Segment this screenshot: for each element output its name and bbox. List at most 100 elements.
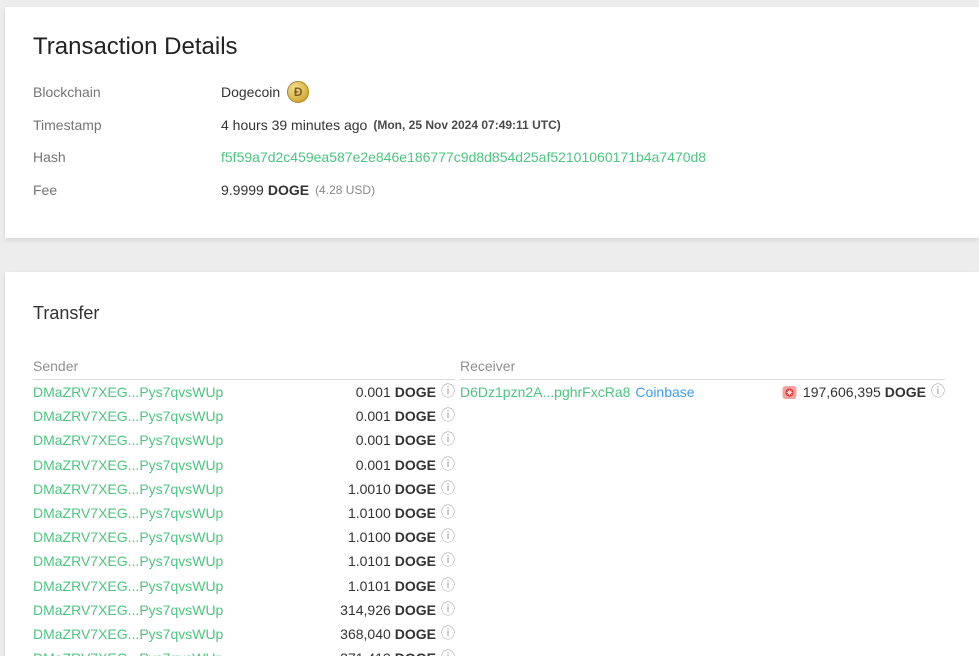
sender-column: Sender DMaZRV7XEG...Pys7qvsWUp 0.001DOGE…	[33, 358, 455, 656]
hash-label: Hash	[33, 149, 221, 165]
info-icon[interactable]: ⓘ	[441, 458, 455, 472]
amount-value: 1.0100	[348, 505, 391, 521]
amount-unit: DOGE	[395, 626, 436, 642]
sender-amount: 1.0100DOGE ⓘ	[348, 505, 455, 521]
amount-unit: DOGE	[885, 384, 926, 400]
receiver-column-header: Receiver	[460, 358, 945, 380]
sender-address-link[interactable]: DMaZRV7XEG...Pys7qvsWUp	[33, 602, 223, 618]
info-icon[interactable]: ⓘ	[441, 603, 455, 617]
sender-address-link[interactable]: DMaZRV7XEG...Pys7qvsWUp	[33, 626, 223, 642]
amount-value: 0.001	[356, 384, 391, 400]
detail-row-blockchain: Blockchain Dogecoin Ð	[33, 81, 951, 103]
fee-value: 9.9999 DOGE (4.28 USD)	[221, 182, 375, 198]
fee-usd-note: (4.28 USD)	[315, 183, 375, 197]
sender-row: DMaZRV7XEG...Pys7qvsWUp 0.001DOGE ⓘ	[33, 428, 455, 452]
receiver-identity: D6Dz1pzn2A...pghrFxcRa8 Coinbase	[460, 384, 695, 400]
receiver-address-link[interactable]: D6Dz1pzn2A...pghrFxcRa8	[460, 384, 630, 400]
sender-amount: 1.0101DOGE ⓘ	[348, 553, 455, 569]
info-icon[interactable]: ⓘ	[441, 530, 455, 544]
transfer-card: Transfer Sender DMaZRV7XEG...Pys7qvsWUp …	[5, 272, 979, 656]
info-icon[interactable]: ⓘ	[441, 482, 455, 496]
detail-row-hash: Hash f5f59a7d2c459ea587e2e846e186777c9d8…	[33, 146, 951, 168]
receiver-column: Receiver D6Dz1pzn2A...pghrFxcRa8 Coinbase…	[460, 358, 945, 656]
sender-amount: 0.001DOGE ⓘ	[356, 384, 455, 400]
fee-unit: DOGE	[268, 182, 309, 198]
amount-unit: DOGE	[395, 505, 436, 521]
dogecoin-symbol: Ð	[294, 85, 303, 99]
detail-row-timestamp: Timestamp 4 hours 39 minutes ago (Mon, 2…	[33, 114, 951, 136]
receiver-row: D6Dz1pzn2A...pghrFxcRa8 Coinbase 197,606,…	[460, 380, 945, 404]
sender-row: DMaZRV7XEG...Pys7qvsWUp 1.0101DOGE ⓘ	[33, 549, 455, 573]
sender-address-link[interactable]: DMaZRV7XEG...Pys7qvsWUp	[33, 457, 223, 473]
sender-address-link[interactable]: DMaZRV7XEG...Pys7qvsWUp	[33, 384, 223, 400]
transaction-details-card: Transaction Details Blockchain Dogecoin …	[5, 7, 979, 238]
amount-unit: DOGE	[395, 481, 436, 497]
sender-amount: 0.001DOGE ⓘ	[356, 432, 455, 448]
sender-amount: 368,040DOGE ⓘ	[340, 626, 455, 642]
fee-label: Fee	[33, 182, 221, 198]
sender-amount: 371,413 DOGE ⓘ	[340, 650, 455, 656]
sender-address-link[interactable]: DMaZRV7XEG...Pys7qvsWUp	[33, 650, 223, 656]
amount-value: 0.001	[356, 408, 391, 424]
sender-amount: 1.0100DOGEⓘ	[348, 529, 455, 545]
info-icon[interactable]: ⓘ	[441, 433, 455, 447]
sender-row: DMaZRV7XEG...Pys7qvsWUp 0.001DOGEⓘ	[33, 453, 455, 477]
amount-value: 0.001	[356, 432, 391, 448]
amount-value: 1.0101	[348, 553, 391, 569]
transfer-title: Transfer	[33, 302, 945, 324]
sender-row: DMaZRV7XEG...Pys7qvsWUp 368,040DOGE ⓘ	[33, 622, 455, 646]
sender-amount: 0.001DOGEⓘ	[356, 457, 455, 473]
receiver-tag-link[interactable]: Coinbase	[635, 384, 694, 400]
siren-icon	[782, 385, 797, 400]
sender-address-link[interactable]: DMaZRV7XEG...Pys7qvsWUp	[33, 432, 223, 448]
blockchain-name: Dogecoin	[221, 84, 280, 100]
detail-row-fee: Fee 9.9999 DOGE (4.28 USD)	[33, 179, 951, 201]
timestamp-utc-note: (Mon, 25 Nov 2024 07:49:11 UTC)	[373, 118, 560, 132]
amount-value: 371,413	[340, 650, 391, 656]
sender-address-link[interactable]: DMaZRV7XEG...Pys7qvsWUp	[33, 529, 223, 545]
sender-amount: 1.0101DOGEⓘ	[348, 578, 455, 594]
fee-amount: 9.9999	[221, 182, 264, 198]
sender-address-link[interactable]: DMaZRV7XEG...Pys7qvsWUp	[33, 578, 223, 594]
amount-unit: DOGE	[395, 650, 436, 656]
amount-unit: DOGE	[395, 578, 436, 594]
sender-row: DMaZRV7XEG...Pys7qvsWUp 1.0100DOGEⓘ	[33, 525, 455, 549]
amount-unit: DOGE	[395, 553, 436, 569]
info-icon[interactable]: ⓘ	[441, 385, 455, 399]
transaction-hash: f5f59a7d2c459ea587e2e846e186777c9d8d854d…	[221, 149, 706, 165]
info-icon[interactable]: ⓘ	[441, 651, 455, 656]
sender-row: DMaZRV7XEG...Pys7qvsWUp 1.0101DOGEⓘ	[33, 574, 455, 598]
info-icon[interactable]: ⓘ	[441, 506, 455, 520]
sender-row: DMaZRV7XEG...Pys7qvsWUp 371,413 DOGE ⓘ	[33, 646, 455, 656]
sender-column-header: Sender	[33, 358, 455, 380]
sender-address-link[interactable]: DMaZRV7XEG...Pys7qvsWUp	[33, 408, 223, 424]
timestamp-relative: 4 hours 39 minutes ago	[221, 117, 367, 133]
info-icon[interactable]: ⓘ	[441, 554, 455, 568]
sender-address-link[interactable]: DMaZRV7XEG...Pys7qvsWUp	[33, 481, 223, 497]
sender-row: DMaZRV7XEG...Pys7qvsWUp 0.001DOGE ⓘ	[33, 380, 455, 404]
amount-unit: DOGE	[395, 384, 436, 400]
amount-value: 368,040	[340, 626, 391, 642]
amount-unit: DOGE	[395, 602, 436, 618]
amount-value: 1.0010	[348, 481, 391, 497]
amount-value: 314,926	[340, 602, 391, 618]
info-icon[interactable]: ⓘ	[931, 385, 945, 399]
sender-row: DMaZRV7XEG...Pys7qvsWUp 314,926DOGE ⓘ	[33, 598, 455, 622]
info-icon[interactable]: ⓘ	[441, 627, 455, 641]
sender-row: DMaZRV7XEG...Pys7qvsWUp 1.0010DOGE ⓘ	[33, 477, 455, 501]
sender-row: DMaZRV7XEG...Pys7qvsWUp 0.001DOGEⓘ	[33, 404, 455, 428]
sender-amount: 0.001DOGEⓘ	[356, 408, 455, 424]
sender-address-link[interactable]: DMaZRV7XEG...Pys7qvsWUp	[33, 505, 223, 521]
info-icon[interactable]: ⓘ	[441, 579, 455, 593]
amount-value: 197,606,395	[803, 384, 881, 400]
sender-address-link[interactable]: DMaZRV7XEG...Pys7qvsWUp	[33, 553, 223, 569]
receiver-amount: 197,606,395DOGE ⓘ	[782, 384, 945, 400]
info-icon[interactable]: ⓘ	[441, 409, 455, 423]
blockchain-value: Dogecoin Ð	[221, 81, 309, 103]
timestamp-value: 4 hours 39 minutes ago (Mon, 25 Nov 2024…	[221, 117, 561, 133]
sender-amount: 314,926DOGE ⓘ	[340, 602, 455, 618]
timestamp-label: Timestamp	[33, 117, 221, 133]
page-title: Transaction Details	[33, 33, 951, 61]
amount-unit: DOGE	[395, 432, 436, 448]
amount-unit: DOGE	[395, 457, 436, 473]
